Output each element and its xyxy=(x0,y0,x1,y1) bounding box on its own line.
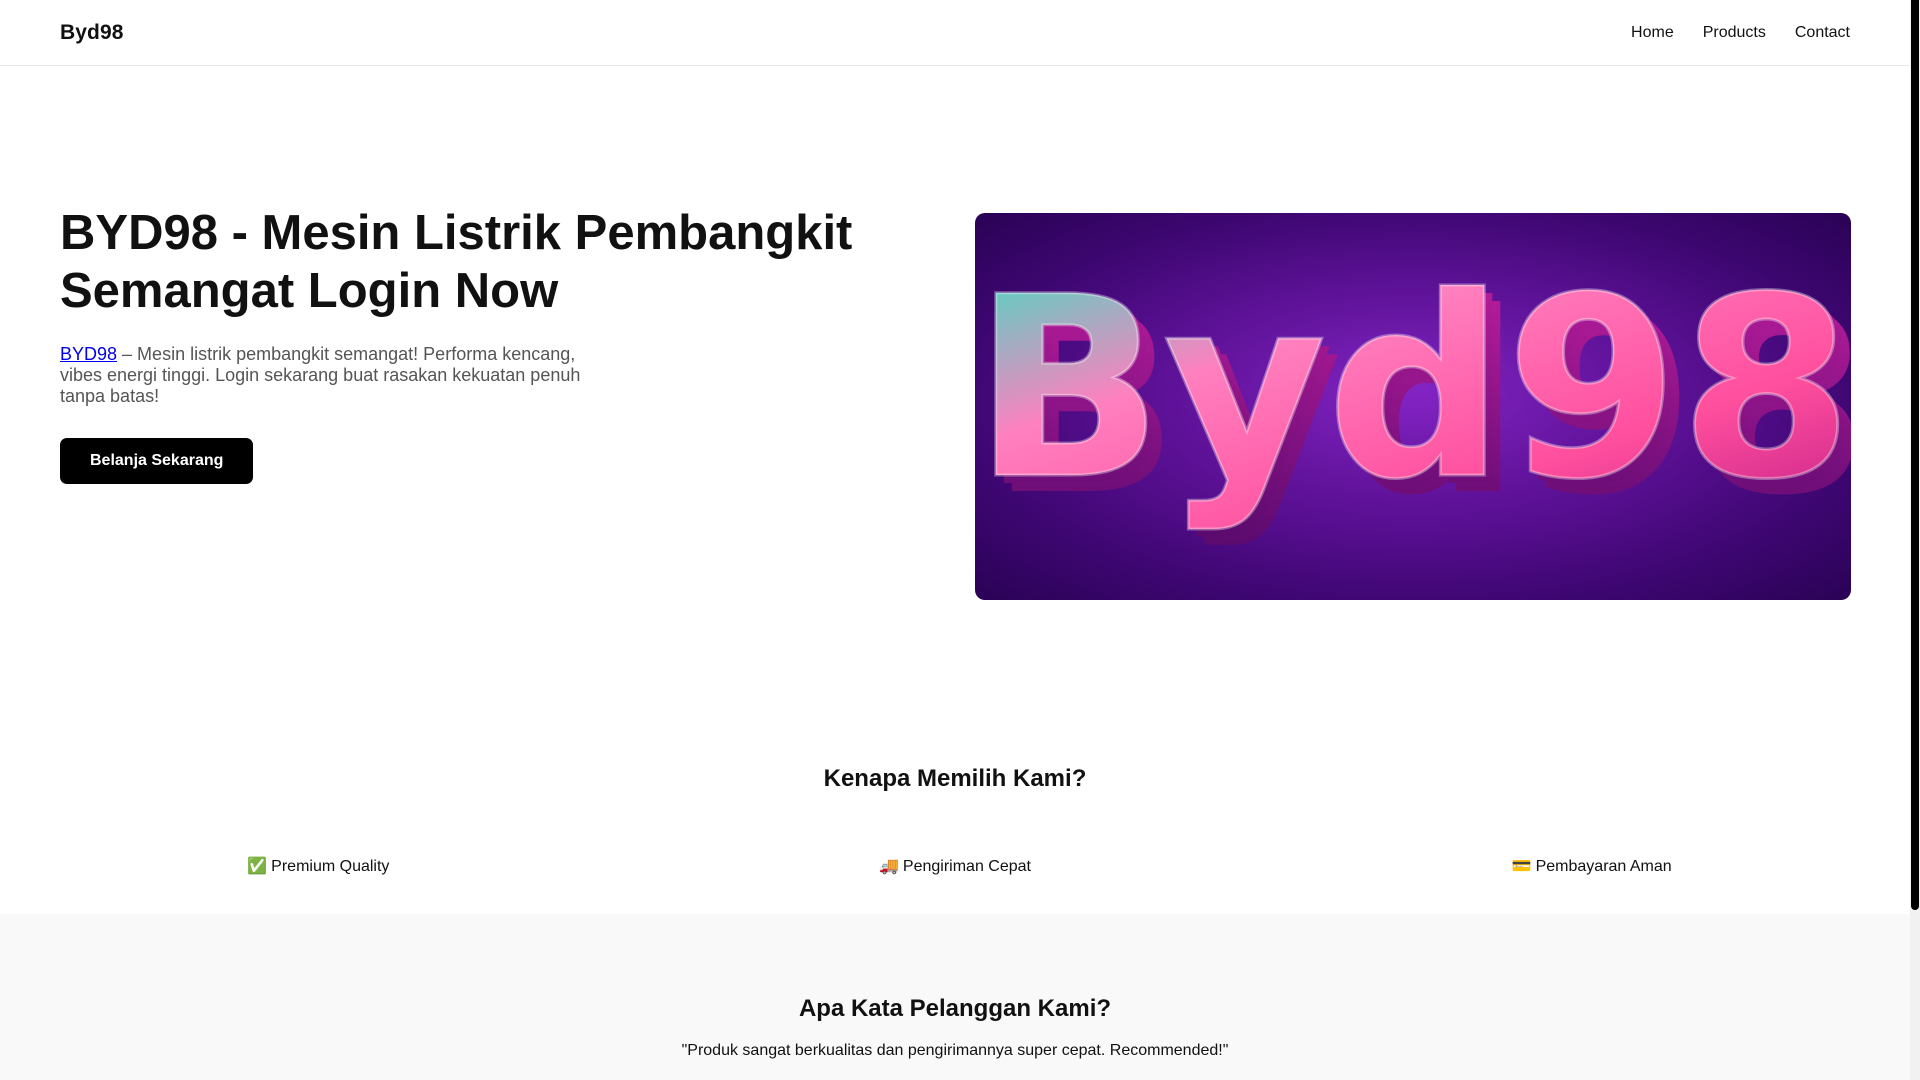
hero-banner-image: Byd98 Byd98 Byd98 xyxy=(975,213,1851,600)
hero-brand-link[interactable]: BYD98 xyxy=(60,344,117,364)
nav-link-home[interactable]: Home xyxy=(1631,24,1674,42)
check-mark-icon: ✅ xyxy=(247,856,268,875)
feature-list: ✅ Premium Quality 🚚 Pengiriman Cepat 💳 Pemb… xyxy=(0,856,1910,876)
credit-card-icon: 💳 xyxy=(1511,856,1532,875)
byd98-logo-graphic: Byd98 Byd98 Byd98 xyxy=(975,213,1851,600)
nav-link-products[interactable]: Products xyxy=(1703,24,1766,42)
nav-links: Home Products Contact xyxy=(1631,24,1850,42)
page: Byd98 Home Products Contact BYD98 - Mesi… xyxy=(0,0,1910,1080)
feature-item: ✅ Premium Quality xyxy=(0,856,637,876)
hero-description-text: – Mesin listrik pembangkit semangat! Per… xyxy=(60,344,581,406)
scrollbar-track[interactable] xyxy=(1910,0,1920,1080)
hero-section: BYD98 - Mesin Listrik Pembangkit Semanga… xyxy=(0,66,1910,606)
scrollbar-thumb[interactable] xyxy=(1911,0,1919,910)
feature-label: Pengiriman Cepat xyxy=(902,858,1031,875)
testimonials-title: Apa Kata Pelanggan Kami? xyxy=(798,995,1112,1022)
delivery-truck-icon: 🚚 xyxy=(879,856,899,875)
nav-link-contact[interactable]: Contact xyxy=(1795,24,1850,42)
hero-text: BYD98 - Mesin Listrik Pembangkit Semanga… xyxy=(60,204,920,484)
testimonials-section: Apa Kata Pelanggan Kami? "Produk sangat … xyxy=(0,914,1910,1080)
shop-now-button[interactable]: Belanja Sekarang xyxy=(60,438,254,484)
navbar: Byd98 Home Products Contact xyxy=(0,0,1910,66)
testimonial-quote: "Produk sangat berkualitas dan pengirima… xyxy=(681,1042,1229,1059)
feature-item: 💳 Pembayaran Aman xyxy=(1273,856,1910,876)
features-title: Kenapa Memilih Kami? xyxy=(823,765,1087,792)
browser-viewport: Byd98 Home Products Contact BYD98 - Mesi… xyxy=(0,0,1920,1080)
feature-label: Pembayaran Aman xyxy=(1535,858,1672,875)
hero-description: BYD98 – Mesin listrik pembangkit semanga… xyxy=(60,344,605,407)
feature-item: 🚚 Pengiriman Cepat xyxy=(637,856,1274,876)
brand-logo[interactable]: Byd98 xyxy=(60,21,124,45)
hero-title: BYD98 - Mesin Listrik Pembangkit Semanga… xyxy=(60,206,853,318)
logo-text-face: Byd98 xyxy=(975,243,1851,534)
feature-label: Premium Quality xyxy=(271,858,390,875)
